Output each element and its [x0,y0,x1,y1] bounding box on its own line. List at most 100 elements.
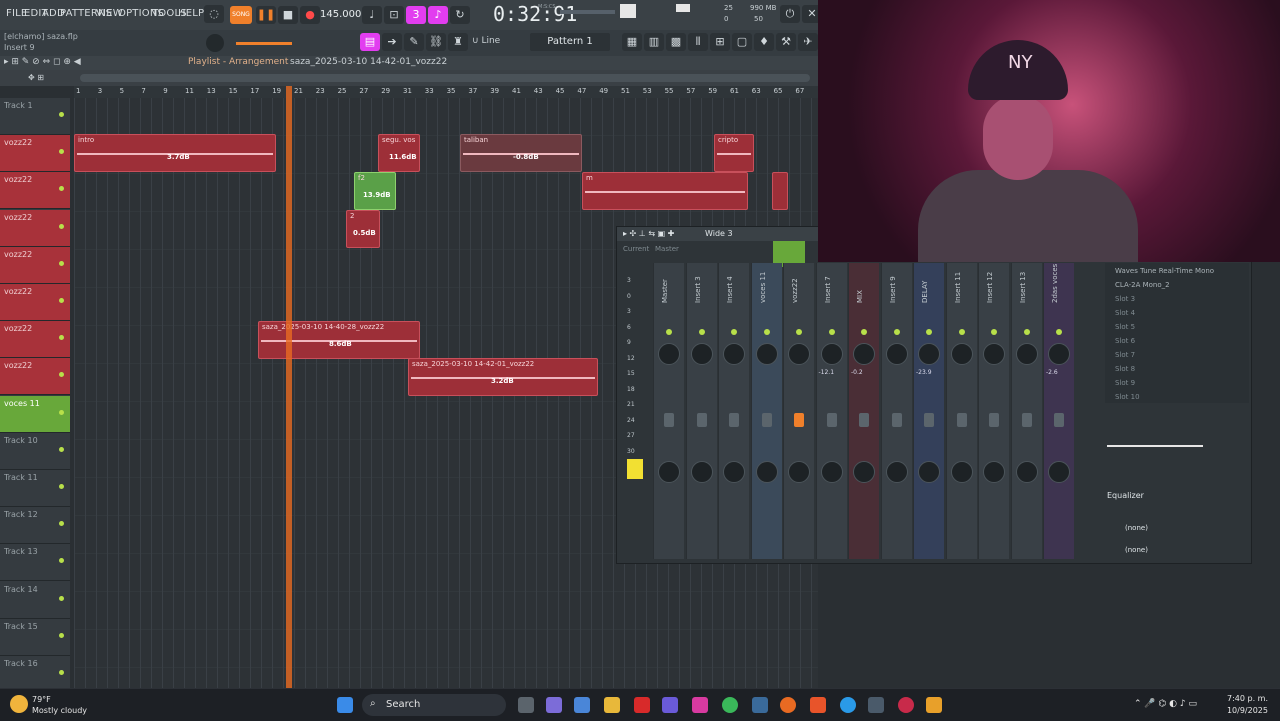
instagram-icon[interactable] [692,697,708,713]
playlist-scroll[interactable]: ✥ ⊞ [0,70,818,86]
mixer-tools-icon[interactable]: ▸ ✣ ⊥ ⇆ ▣ ✚ [623,229,674,238]
input-none[interactable]: (none) [1125,524,1148,532]
app-gray-icon[interactable] [868,697,884,713]
volume-fader[interactable] [989,413,999,427]
pause-button[interactable]: ❚❚ [256,6,276,24]
track-enable-led[interactable] [59,595,64,601]
track-enable-led[interactable] [59,260,64,266]
track-enable-led[interactable] [59,186,64,192]
effect-slot[interactable]: Slot 4 [1115,309,1135,317]
effect-slot[interactable]: CLA-2A Mono_2 [1115,281,1170,289]
power-icon[interactable]: ⏻ [780,5,800,23]
volume-fader[interactable] [859,413,869,427]
track-header[interactable]: Track 12 [0,507,70,545]
browser-icon[interactable]: ⊞ [710,33,730,51]
track-enable-led[interactable] [59,335,64,341]
volume-fader[interactable] [794,413,804,427]
link-icon[interactable]: ⛓ [426,33,446,51]
stereo-knob[interactable] [723,461,745,483]
pan-knob[interactable] [723,343,745,365]
stereo-knob[interactable] [820,461,843,483]
mixer-channel[interactable]: Master [653,263,684,559]
track-header[interactable]: vozz22 [0,358,70,396]
volume-fader[interactable] [826,413,837,427]
clip-segu-vos[interactable]: segu. vos 11.6dB [378,134,420,172]
tools-icon[interactable]: ⚒ [776,33,796,51]
pan-knob[interactable] [853,343,875,365]
clip-f2[interactable]: f2 13.9dB [354,172,396,210]
channel-enable-led[interactable] [763,329,770,335]
channel-enable-led[interactable] [893,329,900,335]
track-header[interactable]: voces 11 [0,395,70,433]
channel-enable-led[interactable] [991,329,997,335]
track-enable-led[interactable] [59,298,64,303]
stereo-knob[interactable] [918,461,940,483]
stereo-knob[interactable] [1048,461,1070,483]
channel-enable-led[interactable] [666,329,672,335]
pattern-selector[interactable]: Pattern 1 [530,33,610,51]
effect-slot[interactable]: Slot 9 [1115,379,1135,387]
copilot-icon[interactable] [546,697,562,713]
volume-fader[interactable] [1021,413,1032,427]
mixer-channel[interactable]: voces 11 [750,263,782,559]
channel-enable-led[interactable] [731,329,737,335]
volume-fader[interactable] [696,413,707,427]
stereo-knob[interactable] [755,461,778,483]
channel-enable-led[interactable] [1023,329,1030,335]
track-header[interactable]: Track 1 [0,98,70,135]
effect-slot[interactable]: Waves Tune Real-Time Mono [1115,267,1214,275]
edge-icon[interactable] [840,697,856,713]
pan-knob[interactable] [1048,343,1070,365]
menu-item-help[interactable]: HELP [178,8,204,19]
explorer-icon[interactable] [604,697,620,713]
mixer-channel[interactable]: Insert 9 [880,263,912,559]
track-header[interactable]: Track 11 [0,470,70,507]
playlist-icon[interactable]: ▦ [622,33,642,51]
channel-enable-led[interactable] [796,329,802,335]
pan-knob[interactable] [885,343,908,365]
mixer-channel[interactable]: Insert 4 [718,263,749,559]
pan-knob[interactable] [788,343,810,365]
track-header[interactable]: Track 10 [0,433,70,470]
mixer-icon[interactable]: ⫴ [688,33,708,51]
master-volume-slider[interactable] [560,10,615,14]
volume-fader[interactable] [664,413,674,427]
mixer-channel[interactable]: Insert 7 -12.1 [815,263,847,559]
track-header[interactable]: vozz22 [0,321,70,359]
volume-fader[interactable] [956,413,967,427]
clip-2[interactable]: 2 0.5dB [346,210,380,248]
pan-knob[interactable] [918,343,940,365]
track-header[interactable]: vozz22 [0,246,70,284]
pan-knob[interactable] [983,343,1005,365]
wait-input-icon[interactable]: ⊡ [384,6,404,24]
blend-notes-icon[interactable]: ♪ [428,6,448,24]
tray-icons[interactable]: ⌃ 🎤 ⌬ ◐ ♪ ▭ [1134,699,1197,709]
track-enable-led[interactable] [59,484,64,489]
weather-widget[interactable]: 79°F Mostly cloudy [32,694,87,716]
track-enable-led[interactable] [59,223,64,229]
clip-saza-14-40[interactable]: saza_2025-03-10 14-40-28_vozz22 8.6dB [258,321,420,359]
mixer-channel[interactable]: Insert 11 [945,263,977,559]
channel-enable-led[interactable] [861,329,867,335]
track-header[interactable]: Track 14 [0,582,70,619]
track-enable-led[interactable] [59,112,64,117]
loop-record-icon[interactable]: ↻ [450,6,470,24]
track-enable-led[interactable] [59,149,64,155]
project-icon[interactable]: ▢ [732,33,752,51]
track-enable-led[interactable] [59,632,64,638]
channel-rack-icon[interactable]: ▩ [666,33,686,51]
teams-icon[interactable] [662,697,678,713]
clock[interactable]: 7:40 p. m. 10/9/2025 [1227,693,1268,717]
effect-slot[interactable]: Slot 7 [1115,351,1135,359]
mixer-channel[interactable]: MIX -0.2 [848,263,879,559]
start-icon[interactable] [337,697,353,713]
store-icon[interactable] [574,697,590,713]
mixer-channel[interactable]: 2das voces -2.6 [1043,263,1074,559]
volume-fader[interactable] [924,413,934,427]
track-header[interactable]: vozz22 [0,135,70,173]
plugin-icon[interactable]: ♦ [754,33,774,51]
channel-enable-led[interactable] [828,329,835,335]
mixer-channel[interactable]: Insert 12 [978,263,1009,559]
piano-roll-icon[interactable]: ▥ [644,33,664,51]
track-enable-led[interactable] [59,521,64,527]
